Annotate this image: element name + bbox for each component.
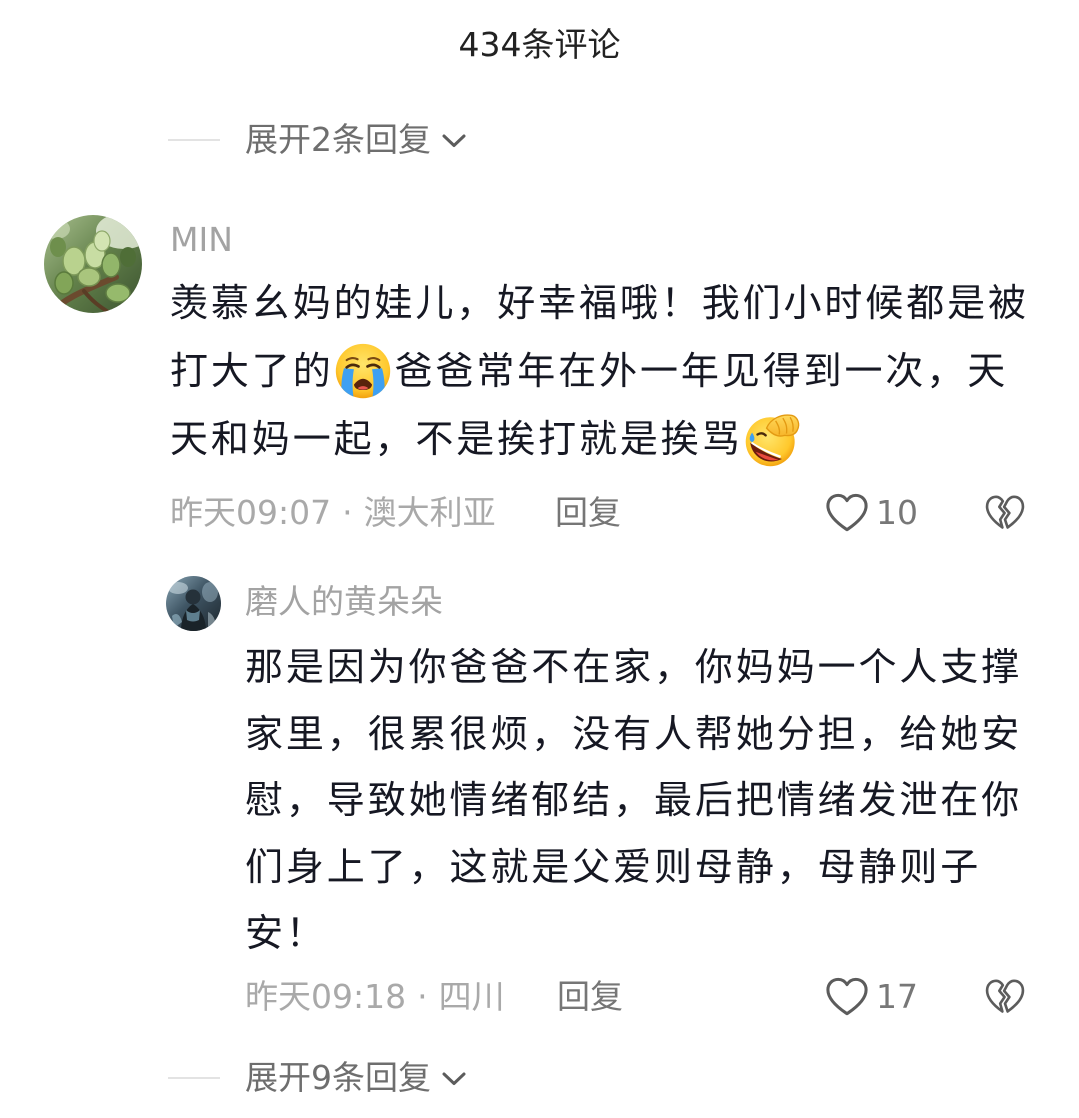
separator-dot: · bbox=[417, 977, 428, 1016]
reply-text[interactable]: 那是因为你爸爸不在家，你妈妈一个人支撑 家里，很累很烦，没有人帮她分担，给她安 … bbox=[245, 634, 1022, 967]
reply-text-segment: 那是因为你爸爸不在家，你妈妈一个人支撑 bbox=[245, 645, 1023, 689]
expand-replies-button[interactable]: 展开9条回复 bbox=[168, 1055, 468, 1101]
comment-count-title: 434条评论 bbox=[458, 25, 621, 64]
comment-text[interactable]: 羡慕幺妈的娃儿，好幸福哦！我们小时候都是被 打大了的 爸爸常年在外一年见得到一次… bbox=[170, 269, 1029, 473]
reply-text-line: 慰，导致她情绪郁结，最后把情绪发泄在你 bbox=[245, 767, 1022, 834]
reply-text-segment: 慰，导致她情绪郁结，最后把情绪发泄在你 bbox=[245, 778, 1023, 822]
reply-text-line: 家里，很累很烦，没有人帮她分担，给她安 bbox=[245, 701, 1022, 768]
comment-meta-row: 昨天09:07 · 澳大利亚 回复 10 bbox=[0, 490, 1079, 536]
comment-text-line: 打大了的 爸爸常年在外一年见得到一次，天 bbox=[170, 337, 1029, 405]
expand-replies-label: 展开2条回复 bbox=[245, 120, 431, 159]
like-count: 17 bbox=[876, 977, 918, 1016]
comment-username[interactable]: MIN bbox=[170, 217, 233, 263]
reply-text-segment: 家里，很累很烦，没有人帮她分担，给她安 bbox=[245, 711, 1023, 756]
avatar[interactable] bbox=[44, 215, 142, 313]
reply-text-line: 那是因为你爸爸不在家，你妈妈一个人支撑 bbox=[245, 634, 1022, 701]
reply-text-line: 安！ bbox=[245, 900, 1022, 967]
reply-time: 昨天09:18 bbox=[245, 977, 407, 1016]
separator-dot: · bbox=[342, 493, 353, 532]
expand-replies-button[interactable]: 展开2条回复 bbox=[168, 117, 468, 163]
user-avatar-image bbox=[166, 576, 221, 631]
comment-text-line: 羡慕幺妈的娃儿，好幸福哦！我们小时候都是被 bbox=[170, 269, 1029, 337]
crying-face-emoji-icon bbox=[335, 343, 390, 398]
reply-text-segment: 安！ bbox=[245, 911, 327, 955]
expand-divider-line bbox=[168, 139, 220, 141]
user-avatar-image bbox=[44, 215, 142, 313]
broken-heart-icon bbox=[985, 495, 1025, 529]
dislike-button[interactable] bbox=[984, 493, 1026, 533]
facepalm-laughing-emoji-icon bbox=[745, 413, 799, 466]
avatar[interactable] bbox=[166, 576, 221, 631]
reply-time-location: 昨天09:18 · 四川 bbox=[245, 974, 505, 1020]
chevron-down-icon bbox=[442, 134, 466, 147]
expand-replies-label: 展开9条回复 bbox=[245, 1058, 431, 1097]
comment-text-segment: 羡慕幺妈的娃儿，好幸福哦！我们小时候都是被 bbox=[170, 281, 1029, 325]
reply-text-line: 们身上了，这就是父爱则母静，母静则子 bbox=[245, 834, 1022, 901]
reply-username[interactable]: 磨人的黄朵朵 bbox=[245, 579, 443, 625]
reply-button[interactable]: 回复 bbox=[555, 490, 621, 536]
like-button[interactable]: 17 bbox=[824, 974, 918, 1020]
heart-outline-icon bbox=[826, 493, 868, 532]
dislike-button[interactable] bbox=[984, 977, 1026, 1017]
like-button[interactable]: 10 bbox=[824, 490, 918, 536]
broken-heart-icon bbox=[985, 979, 1025, 1013]
chevron-down-icon bbox=[442, 1072, 466, 1085]
comment-text-segment: 天和妈一起，不是挨打就是挨骂 bbox=[170, 417, 743, 461]
reply-text-segment: 们身上了，这就是父爱则母静，母静则子 bbox=[245, 844, 982, 889]
heart-outline-icon bbox=[826, 977, 868, 1016]
reply-location: 四川 bbox=[438, 977, 505, 1016]
comment-location: 澳大利亚 bbox=[363, 493, 496, 532]
like-count: 10 bbox=[876, 493, 918, 532]
comment-time: 昨天09:07 bbox=[170, 493, 332, 532]
expand-divider-line bbox=[168, 1077, 220, 1079]
comment-time-location: 昨天09:07 · 澳大利亚 bbox=[170, 490, 496, 536]
comment-text-line: 天和妈一起，不是挨打就是挨骂 bbox=[170, 405, 1029, 473]
comment-text-segment: 爸爸常年在外一年见得到一次，天 bbox=[394, 349, 1009, 393]
reply-button[interactable]: 回复 bbox=[557, 974, 623, 1020]
comment-text-segment: 打大了的 bbox=[170, 349, 334, 393]
reply-meta-row: 昨天09:18 · 四川 回复 17 bbox=[0, 974, 1079, 1020]
